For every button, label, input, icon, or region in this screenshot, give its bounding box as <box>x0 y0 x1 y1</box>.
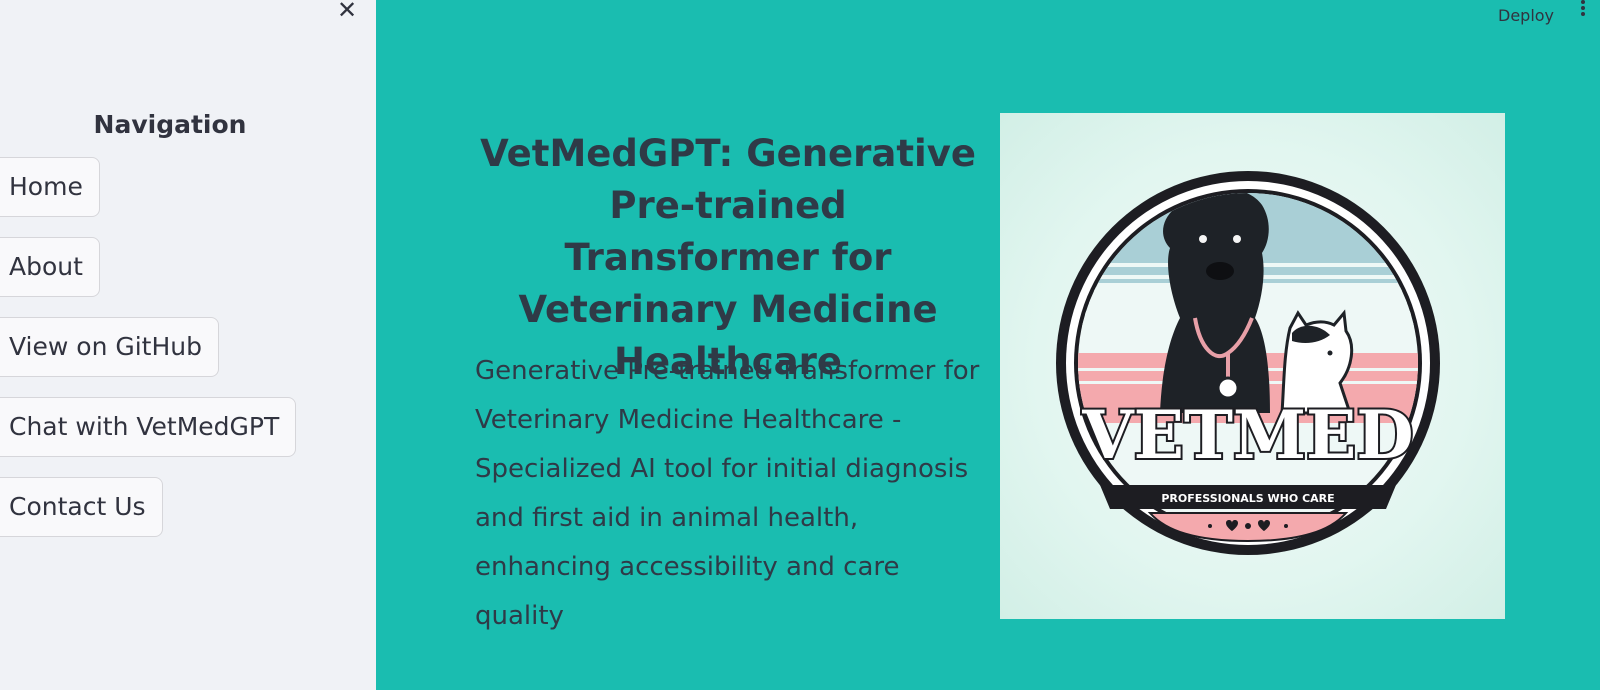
logo-tagline: PROFESSIONALS WHO CARE <box>1161 492 1334 505</box>
nav-button-home[interactable]: Home <box>0 157 100 217</box>
navigation-title: Navigation <box>93 110 247 139</box>
nav-button-chat[interactable]: Chat with VetMedGPT <box>0 397 297 457</box>
close-sidebar-button[interactable]: ✕ <box>334 0 360 22</box>
kebab-menu-icon[interactable] <box>1576 0 1590 22</box>
nav-button-about[interactable]: About <box>0 237 100 297</box>
nav-button-github[interactable]: View on GitHub <box>0 317 219 377</box>
vetmed-logo-image: VETMED PROFESSIONALS WHO CARE <box>1000 113 1505 619</box>
deploy-button[interactable]: Deploy <box>1498 6 1554 25</box>
nav-button-contact[interactable]: Contact Us <box>0 477 163 537</box>
page-description: Generative Pre-trained Transformer for V… <box>475 356 980 631</box>
logo-wordmark: VETMED <box>1081 396 1413 474</box>
sidebar: ✕ Navigation Home About View on GitHub C… <box>0 0 376 690</box>
